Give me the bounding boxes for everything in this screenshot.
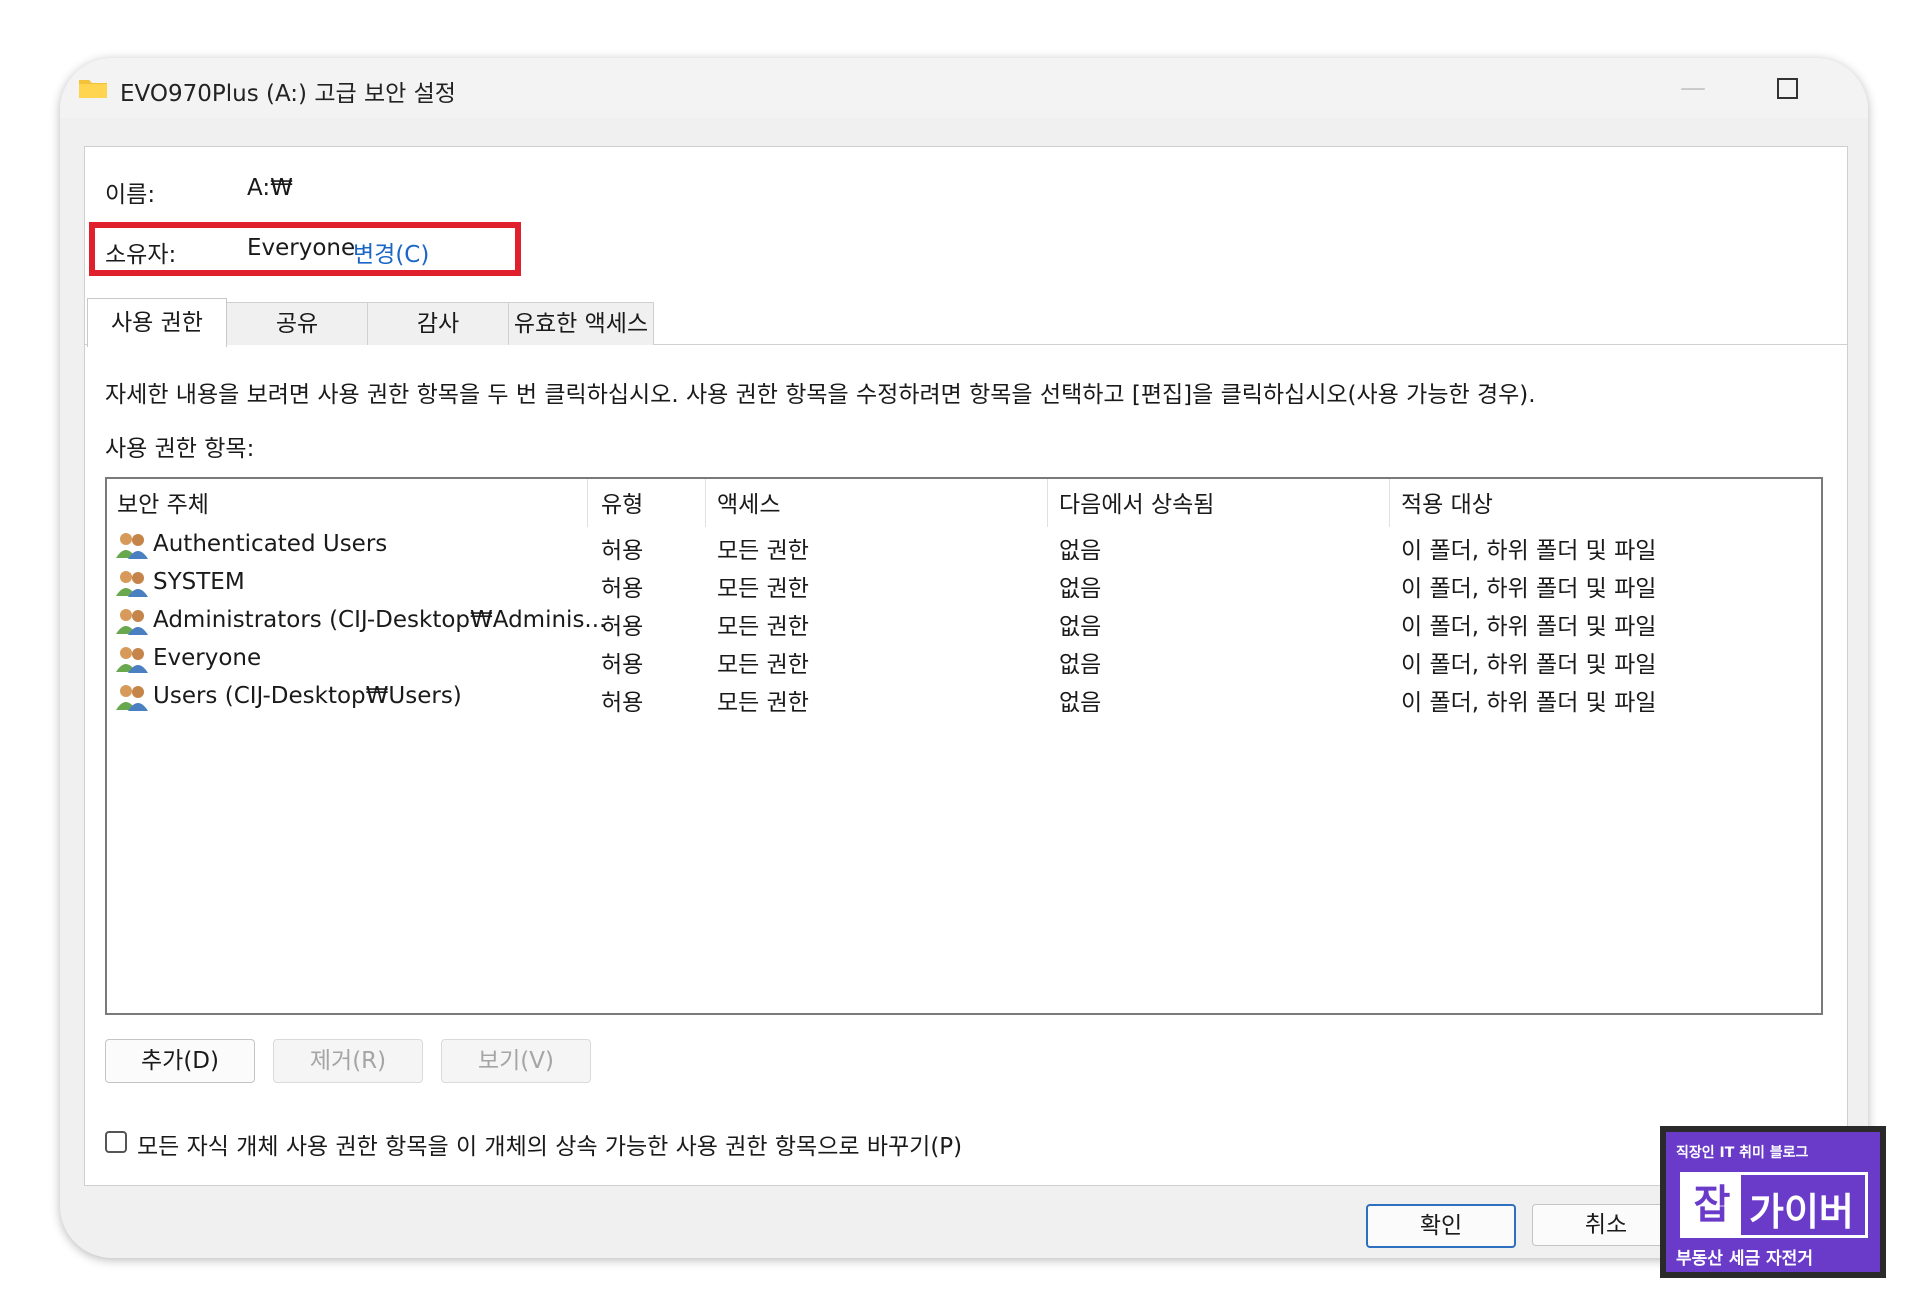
cancel-button[interactable]: 취소	[1532, 1204, 1680, 1246]
column-separator	[587, 479, 588, 527]
access-cell: 모든 권한	[717, 576, 809, 602]
badge-background: 직장인 IT 취미 블로그 잡 가이버 부동산 세금 자전거	[1666, 1132, 1880, 1272]
inherited-cell: 없음	[1059, 690, 1102, 716]
title-bar[interactable]: EVO970Plus (A:) 고급 보안 설정 — ✕	[60, 58, 1868, 118]
principal-cell: Administrators (CIJ-Desktop₩Adminis...	[153, 607, 607, 633]
inherited-cell: 없음	[1059, 538, 1102, 564]
inherited-cell: 없음	[1059, 652, 1102, 678]
ok-button[interactable]: 확인	[1366, 1204, 1516, 1248]
owner-value: Everyone	[247, 235, 356, 261]
tab-sharing[interactable]: 공유	[226, 302, 368, 345]
column-header-principal[interactable]: 보안 주체	[117, 485, 209, 519]
add-button[interactable]: 추가(D)	[105, 1039, 255, 1083]
close-button[interactable]: ✕	[1836, 58, 1868, 118]
principal-cell: Everyone	[153, 645, 262, 671]
permission-entries-label: 사용 권한 항목:	[105, 436, 255, 462]
inherited-cell: 없음	[1059, 576, 1102, 602]
change-owner-link[interactable]: 변경(C)	[353, 235, 429, 269]
table-row[interactable]: Users (CIJ-Desktop₩Users) 허용 모든 권한 없음 이 …	[107, 679, 1821, 717]
inherited-cell: 없음	[1059, 614, 1102, 640]
column-header-applies-to[interactable]: 적용 대상	[1401, 485, 1493, 519]
blog-watermark-badge: 직장인 IT 취미 블로그 잡 가이버 부동산 세금 자전거	[1660, 1126, 1886, 1278]
permission-entries-list[interactable]: 보안 주체 유형 액세스 다음에서 상속됨 적용 대상 Authenticate…	[105, 477, 1823, 1015]
tab-auditing[interactable]: 감사	[367, 302, 509, 345]
tab-permissions[interactable]: 사용 권한	[87, 298, 227, 347]
applies-to-cell: 이 폴더, 하위 폴더 및 파일	[1401, 538, 1657, 564]
type-cell: 허용	[601, 614, 644, 640]
user-group-icon	[116, 609, 148, 635]
applies-to-cell: 이 폴더, 하위 폴더 및 파일	[1401, 652, 1657, 678]
user-group-icon	[116, 533, 148, 559]
badge-top-text: 직장인 IT 취미 블로그	[1676, 1145, 1809, 1161]
table-row[interactable]: SYSTEM 허용 모든 권한 없음 이 폴더, 하위 폴더 및 파일	[107, 565, 1821, 603]
column-separator	[705, 479, 706, 527]
table-row[interactable]: Authenticated Users 허용 모든 권한 없음 이 폴더, 하위…	[107, 527, 1821, 565]
replace-child-permissions-checkbox[interactable]	[105, 1131, 127, 1153]
access-cell: 모든 권한	[717, 652, 809, 678]
type-cell: 허용	[601, 576, 644, 602]
applies-to-cell: 이 폴더, 하위 폴더 및 파일	[1401, 614, 1657, 640]
column-header-type[interactable]: 유형	[601, 485, 643, 519]
owner-label: 소유자:	[105, 242, 177, 268]
type-cell: 허용	[601, 652, 644, 678]
instructions-text: 자세한 내용을 보려면 사용 권한 항목을 두 번 클릭하십시오. 사용 권한 …	[105, 382, 1536, 408]
user-group-icon	[116, 647, 148, 673]
minimize-button[interactable]: —	[1648, 58, 1738, 118]
maximize-button[interactable]	[1742, 58, 1832, 118]
type-cell: 허용	[601, 538, 644, 564]
user-group-icon	[116, 571, 148, 597]
column-separator	[1047, 479, 1048, 527]
table-row[interactable]: Everyone 허용 모든 권한 없음 이 폴더, 하위 폴더 및 파일	[107, 641, 1821, 679]
remove-button[interactable]: 제거(R)	[273, 1039, 423, 1083]
window-title: EVO970Plus (A:) 고급 보안 설정	[120, 81, 456, 107]
column-header-inherited[interactable]: 다음에서 상속됨	[1059, 485, 1214, 519]
access-cell: 모든 권한	[717, 538, 809, 564]
type-cell: 허용	[601, 690, 644, 716]
badge-jab-mark: 잡	[1683, 1175, 1741, 1235]
replace-child-permissions-label[interactable]: 모든 자식 개체 사용 권한 항목을 이 개체의 상속 가능한 사용 권한 항목…	[137, 1127, 962, 1161]
maximize-icon	[1776, 78, 1798, 99]
applies-to-cell: 이 폴더, 하위 폴더 및 파일	[1401, 576, 1657, 602]
security-settings-window: EVO970Plus (A:) 고급 보안 설정 — ✕ 이름: A:₩ 소유자…	[60, 58, 1868, 1258]
badge-bottom-text: 부동산 세금 자전거	[1676, 1249, 1813, 1269]
access-cell: 모든 권한	[717, 614, 809, 640]
folder-icon	[79, 80, 107, 98]
column-header-access[interactable]: 액세스	[717, 485, 780, 519]
main-panel: 이름: A:₩ 소유자: Everyone 변경(C) 사용 권한 공유 감사 …	[84, 146, 1848, 1186]
view-button[interactable]: 보기(V)	[441, 1039, 591, 1083]
name-label: 이름:	[105, 182, 156, 208]
table-row[interactable]: Administrators (CIJ-Desktop₩Adminis... 허…	[107, 603, 1821, 641]
column-separator	[1389, 479, 1390, 527]
principal-cell: Users (CIJ-Desktop₩Users)	[153, 683, 462, 709]
tab-effective-access[interactable]: 유효한 액세스	[508, 302, 654, 345]
principal-cell: SYSTEM	[153, 569, 245, 595]
principal-cell: Authenticated Users	[153, 531, 388, 557]
badge-logo-frame: 잡 가이버	[1680, 1172, 1868, 1238]
badge-name-text: 가이버	[1749, 1190, 1854, 1234]
name-value: A:₩	[247, 175, 293, 201]
user-group-icon	[116, 685, 148, 711]
access-cell: 모든 권한	[717, 690, 809, 716]
applies-to-cell: 이 폴더, 하위 폴더 및 파일	[1401, 690, 1657, 716]
